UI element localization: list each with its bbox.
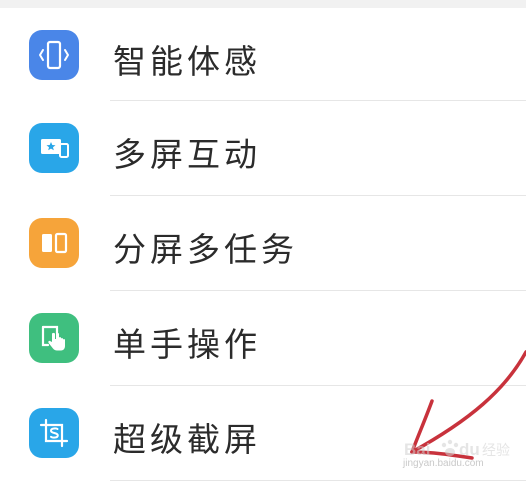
one-hand-icon [29, 313, 79, 363]
split-screen-icon [29, 218, 79, 268]
multi-screen-icon [29, 123, 79, 173]
settings-item-smart-motion[interactable]: 智能体感 [0, 8, 526, 102]
settings-item-label: 多屏互动 [113, 135, 261, 174]
settings-item-label: 单手操作 [113, 325, 261, 364]
screenshot-icon [29, 408, 79, 458]
divider [110, 480, 526, 481]
settings-item-one-hand[interactable]: 单手操作 [0, 291, 526, 385]
watermark-url: jingyan.baidu.com [403, 458, 484, 469]
phone-rotate-icon [29, 30, 79, 80]
svg-text:du: du [459, 440, 480, 459]
top-divider-strip [0, 0, 526, 8]
svg-text:经验: 经验 [482, 443, 510, 459]
settings-item-label: 分屏多任务 [113, 230, 298, 269]
settings-item-split-screen[interactable]: 分屏多任务 [0, 196, 526, 290]
settings-item-multi-screen[interactable]: 多屏互动 [0, 101, 526, 195]
settings-item-label: 智能体感 [113, 42, 261, 81]
svg-text:Bai: Bai [404, 440, 430, 459]
settings-list: 智能体感 多屏互动 分屏多任务 单手操作 超级截屏 [0, 0, 526, 485]
settings-item-label: 超级截屏 [113, 420, 261, 459]
